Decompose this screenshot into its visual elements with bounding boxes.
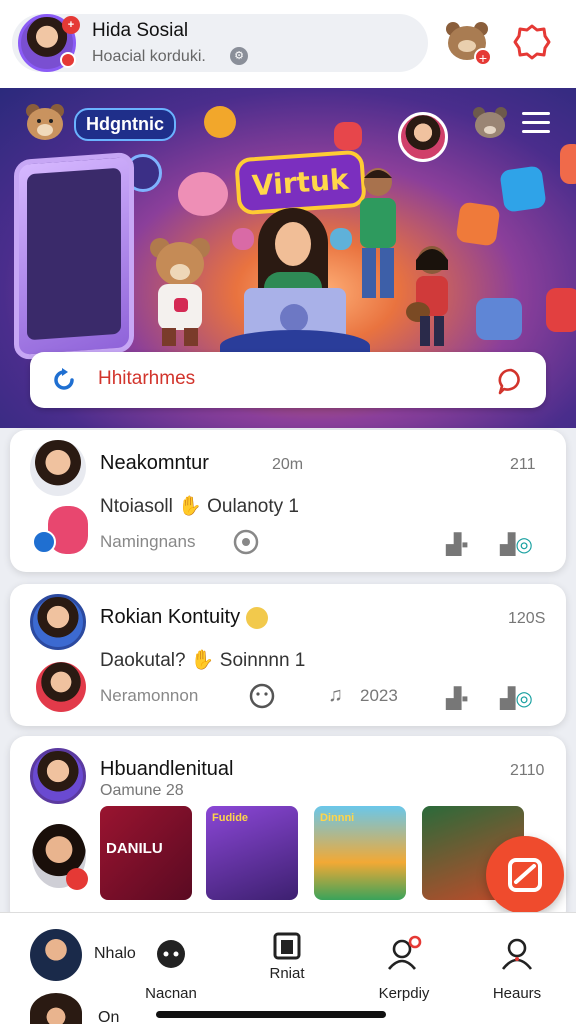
search-bar[interactable]: Hhitarhmes bbox=[30, 352, 546, 408]
nav-tab-label: Rniat bbox=[269, 965, 305, 982]
emoji-icon bbox=[245, 606, 268, 629]
card-year: 2023 bbox=[360, 686, 398, 705]
thumbnail-label: Fudide bbox=[212, 812, 249, 824]
card-time: 20m bbox=[272, 456, 304, 473]
card-message-text-2: Soinnnn 1 bbox=[219, 650, 306, 671]
status-dot bbox=[60, 52, 76, 68]
hero-avatar[interactable] bbox=[398, 112, 448, 162]
card-icon bbox=[476, 298, 522, 340]
like-icon[interactable]: ▟▪ bbox=[446, 686, 468, 711]
nav-side-label: Nhalo bbox=[94, 945, 136, 962]
smiley-icon[interactable] bbox=[248, 682, 276, 710]
card-footer: Namingnans bbox=[100, 532, 196, 551]
card-name-text: Rokian Kontuity bbox=[100, 606, 241, 628]
bottom-nav: Nhalo On Nacnan Rniat Kerpdiy Heaurs bbox=[0, 912, 576, 1024]
bear-face-icon bbox=[473, 107, 507, 138]
like-icon[interactable]: ▟▪ bbox=[446, 532, 468, 557]
nav-avatar-2[interactable] bbox=[30, 993, 82, 1024]
phone-call-icon bbox=[499, 165, 547, 213]
card-avatar[interactable] bbox=[30, 440, 86, 496]
phone-illustration bbox=[14, 151, 134, 361]
hero-title: Virtuk bbox=[234, 149, 367, 216]
card-avatar[interactable] bbox=[30, 748, 86, 804]
bear-add-button[interactable]: + bbox=[444, 20, 492, 66]
nav-tab-square[interactable]: Rniat bbox=[252, 913, 322, 1003]
nav-side-label-2: On bbox=[98, 1009, 120, 1024]
app-subtitle: Hoacial korduki. bbox=[92, 48, 206, 65]
feed-card[interactable]: Rokian Kontuity 120S Daokutal? ✋ Soinnnn… bbox=[10, 584, 566, 726]
music-tile-icon bbox=[546, 288, 576, 332]
music-icon-small bbox=[330, 228, 352, 250]
card-footer: Neramonnon bbox=[100, 686, 199, 705]
nav-tab-label: Kerpdiy bbox=[378, 985, 430, 1002]
nav-tab-profile[interactable]: Heaurs bbox=[482, 925, 552, 1015]
camera-icon bbox=[334, 122, 362, 150]
music-note-icon bbox=[455, 201, 501, 247]
badge-icon[interactable] bbox=[512, 22, 552, 62]
card-message: Daokutal? ✋ Soinnnn 1 bbox=[100, 648, 305, 672]
feed-card[interactable]: Hbuandlenitual Oamune 28 2110 DANILU Fud… bbox=[10, 736, 566, 926]
card-message-text-2: Oulanoty 1 bbox=[207, 496, 300, 517]
media-thumbnail[interactable]: Dinnni bbox=[314, 806, 406, 900]
chat-bubble-icon bbox=[157, 940, 185, 968]
thumbnail-label: DANILU bbox=[106, 840, 163, 857]
thumbnail-label: Dinnni bbox=[320, 812, 355, 824]
card-avatar[interactable] bbox=[30, 594, 86, 650]
notification-badge: + bbox=[62, 16, 80, 34]
nav-tab-notify[interactable]: Kerpdiy bbox=[366, 925, 442, 1015]
hero-banner: Hdgntnic Virtuk Hhitarhmes bbox=[0, 88, 576, 428]
share-icon[interactable]: ▟◎ bbox=[500, 686, 533, 711]
feed-card[interactable]: Neakomntur 20m 211 Ntoiasoll ✋ Oulanoty … bbox=[10, 430, 566, 572]
boy-character bbox=[360, 168, 396, 298]
chat-bubble-icon[interactable] bbox=[496, 366, 526, 396]
app-tile-icon bbox=[560, 144, 576, 184]
secondary-avatar bbox=[36, 662, 86, 712]
hand-icon: ✋ bbox=[178, 496, 202, 517]
refresh-icon[interactable] bbox=[50, 366, 78, 394]
card-name: Rokian Kontuity bbox=[100, 606, 268, 629]
card-message-text: Daokutal? bbox=[100, 650, 186, 671]
nav-tab-label: Heaurs bbox=[492, 985, 542, 1002]
compose-fab[interactable] bbox=[486, 836, 564, 914]
card-message-text: Ntoiasoll bbox=[100, 496, 173, 517]
plus-icon: + bbox=[474, 48, 492, 66]
bear-character bbox=[150, 238, 210, 346]
pig-character-icon bbox=[178, 172, 228, 216]
user-icon bbox=[501, 938, 533, 970]
bear-logo-icon bbox=[26, 104, 64, 140]
nav-tab-chat[interactable]: Nacnan bbox=[136, 925, 206, 1015]
app-title: Hida Sosial bbox=[92, 20, 189, 41]
settings-icon[interactable]: ⚙ bbox=[230, 47, 248, 65]
card-name: Neakomntur bbox=[100, 452, 209, 474]
home-indicator[interactable] bbox=[156, 1011, 386, 1018]
square-icon bbox=[273, 932, 301, 960]
react-icon bbox=[66, 868, 88, 890]
share-icon[interactable]: ▟◎ bbox=[500, 532, 533, 557]
media-thumbnail[interactable]: DANILU bbox=[100, 806, 192, 900]
card-count: 2110 bbox=[510, 762, 545, 779]
woman-character bbox=[258, 208, 328, 312]
girl-guitar-character bbox=[406, 246, 448, 346]
user-notify-icon bbox=[387, 935, 422, 970]
card-count: 211 bbox=[510, 456, 536, 473]
nav-tab-label: Nacnan bbox=[145, 985, 197, 1002]
menu-icon[interactable] bbox=[522, 112, 550, 136]
card-subtitle: Oamune 28 bbox=[100, 782, 184, 799]
media-thumbnail[interactable]: Fudide bbox=[206, 806, 298, 900]
record-icon[interactable] bbox=[232, 528, 260, 556]
photo-icon bbox=[232, 228, 254, 250]
card-message: Ntoiasoll ✋ Oulanoty 1 bbox=[100, 494, 299, 518]
status-circle-icon bbox=[32, 530, 56, 554]
heart-icon bbox=[204, 106, 236, 138]
music-note-icon: ♫ bbox=[328, 684, 343, 706]
top-bar: + Hida Sosial Hoacial korduki. ⚙ + bbox=[0, 0, 576, 88]
profile-pill[interactable]: + Hida Sosial Hoacial korduki. ⚙ bbox=[12, 14, 428, 72]
card-count: 120S bbox=[508, 610, 546, 627]
hand-icon: ✋ bbox=[190, 650, 215, 671]
card-name: Hbuandlenitual bbox=[100, 758, 234, 780]
hero-logo-label: Hdgntnic bbox=[74, 108, 176, 141]
nav-avatar[interactable] bbox=[30, 929, 82, 981]
search-input[interactable]: Hhitarhmes bbox=[98, 368, 195, 390]
compose-icon bbox=[508, 858, 542, 892]
